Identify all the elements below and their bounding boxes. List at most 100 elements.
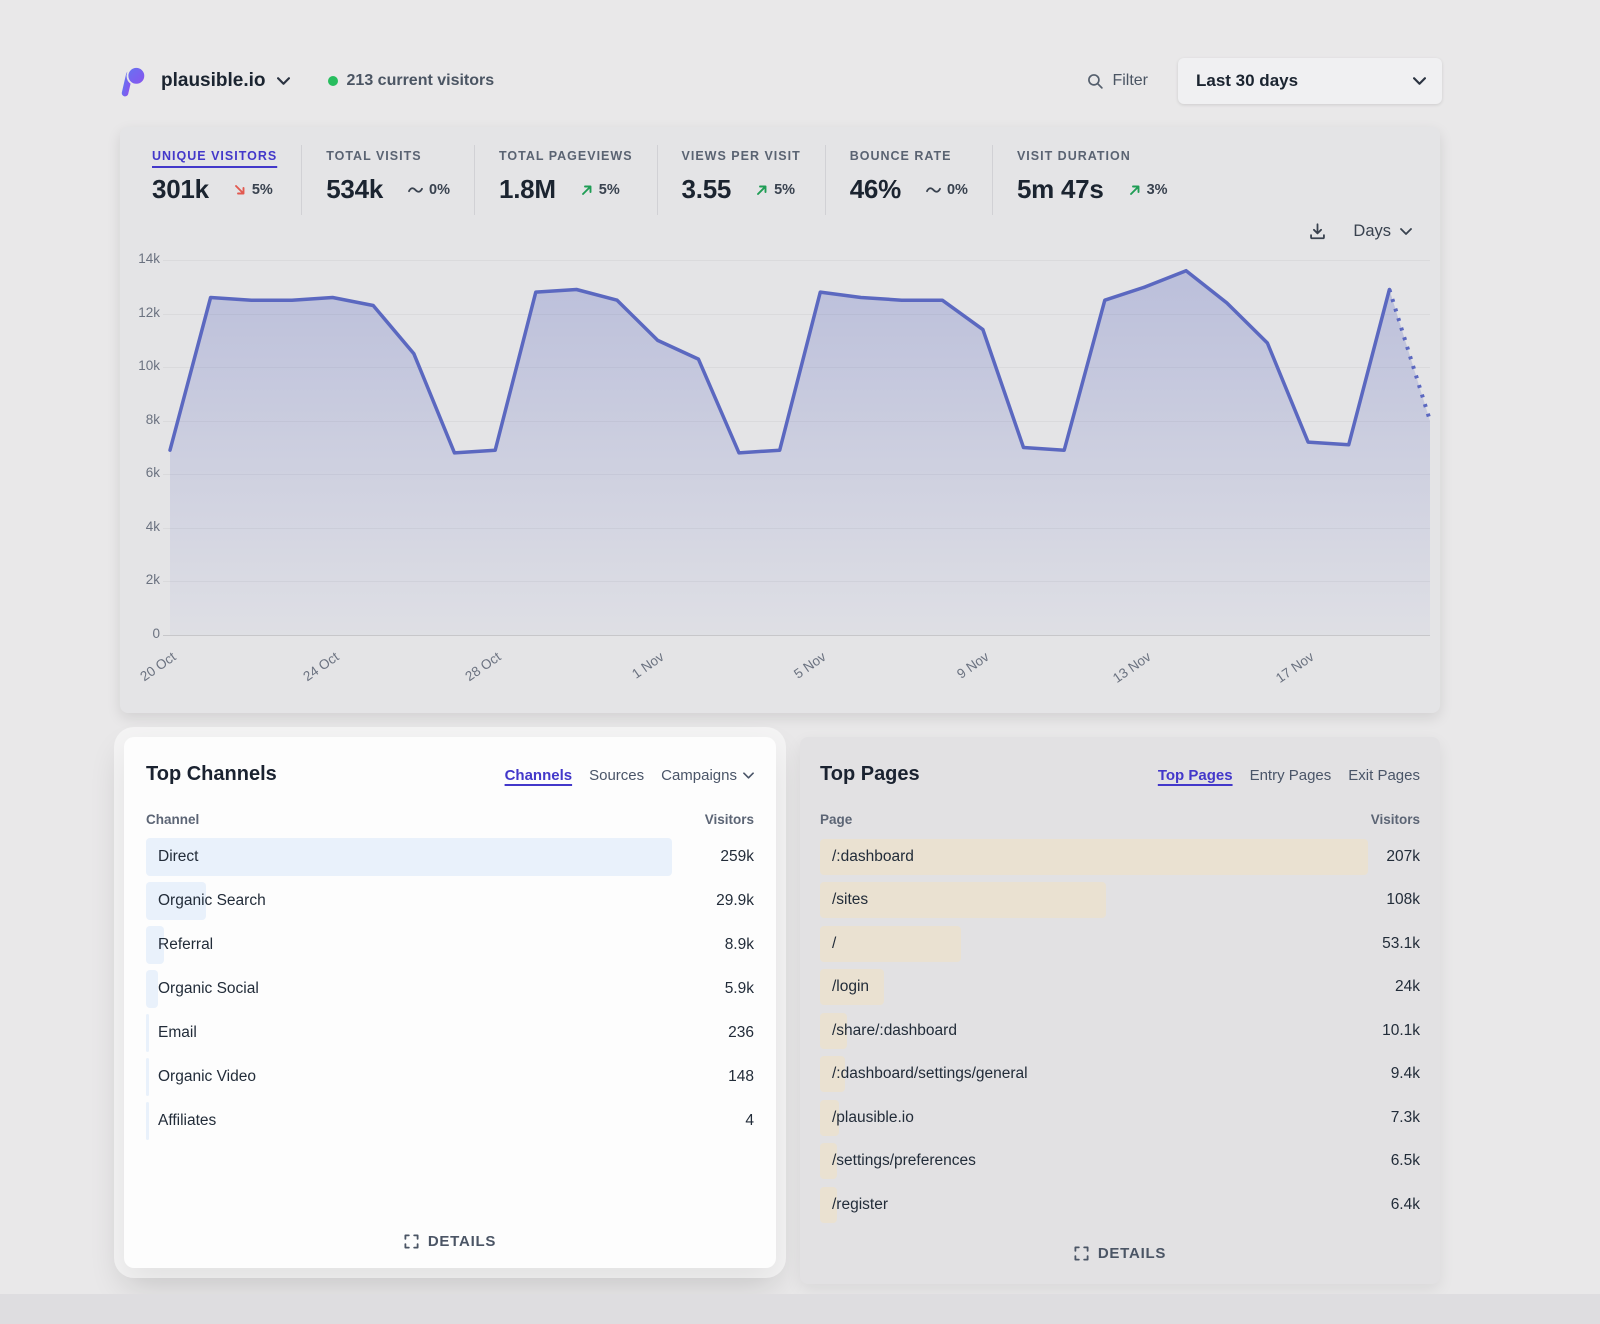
window-bottom-edge xyxy=(0,1294,1600,1324)
expand-icon xyxy=(1074,1246,1089,1261)
pages-tabs: Top Pages Entry Pages Exit Pages xyxy=(1158,767,1420,784)
row-value: 6.5k xyxy=(1391,1152,1420,1170)
row-label: Organic Social xyxy=(146,980,259,998)
row-value: 53.1k xyxy=(1382,935,1420,953)
table-row[interactable]: /share/:dashboard 10.1k xyxy=(820,1009,1420,1053)
row-label: Organic Search xyxy=(146,892,266,910)
row-label: / xyxy=(820,935,836,953)
pages-details-button[interactable]: DETAILS xyxy=(800,1245,1440,1262)
row-value: 24k xyxy=(1395,978,1420,996)
visitors-line-svg xyxy=(170,260,1430,635)
row-label: /register xyxy=(820,1196,888,1214)
row-label: /sites xyxy=(820,891,868,909)
bar-track xyxy=(820,1187,1368,1223)
filter-button[interactable]: Filter xyxy=(1087,72,1148,90)
chevron-down-icon xyxy=(1413,77,1426,85)
table-row[interactable]: /login 24k xyxy=(820,966,1420,1010)
table-row[interactable]: /settings/preferences 6.5k xyxy=(820,1140,1420,1184)
row-value: 108k xyxy=(1386,891,1420,909)
tab-top-pages[interactable]: Top Pages xyxy=(1158,767,1233,784)
row-label: Email xyxy=(146,1024,197,1042)
card-header: Top Channels Channels Sources Campaigns xyxy=(146,763,754,786)
card-header: Top Pages Top Pages Entry Pages Exit Pag… xyxy=(820,763,1420,786)
filter-label: Filter xyxy=(1112,72,1148,90)
tab-channels[interactable]: Channels xyxy=(505,767,573,784)
bar-track xyxy=(820,882,1368,918)
date-range-label: Last 30 days xyxy=(1196,71,1298,91)
bar-track xyxy=(146,926,672,964)
column-headers: Channel Visitors xyxy=(146,812,754,827)
top-pages-card: Top Pages Top Pages Entry Pages Exit Pag… xyxy=(800,737,1440,1284)
table-row[interactable]: Email 236 xyxy=(146,1011,754,1055)
row-label: Referral xyxy=(146,936,213,954)
table-row[interactable]: /:dashboard 207k xyxy=(820,835,1420,879)
table-row[interactable]: /plausible.io 7.3k xyxy=(820,1096,1420,1140)
current-visitors-label: 213 current visitors xyxy=(347,72,495,90)
col-value: Visitors xyxy=(1371,812,1420,827)
plausible-logo-icon xyxy=(120,65,148,97)
card-title: Top Pages xyxy=(820,763,920,786)
chart-plot-area xyxy=(170,260,1430,635)
expand-icon xyxy=(404,1234,419,1249)
row-value: 6.4k xyxy=(1391,1196,1420,1214)
tab-sources[interactable]: Sources xyxy=(589,767,644,784)
bar-track xyxy=(820,926,1368,962)
live-dot-icon xyxy=(328,76,338,86)
bar-track xyxy=(146,838,672,876)
channels-list: Direct 259k Organic Search 29.9k Referra… xyxy=(146,835,754,1143)
row-value: 8.9k xyxy=(725,936,754,954)
row-value: 9.4k xyxy=(1391,1065,1420,1083)
row-label: /settings/preferences xyxy=(820,1152,976,1170)
tab-campaigns[interactable]: Campaigns xyxy=(661,767,754,784)
row-label: Organic Video xyxy=(146,1068,256,1086)
pages-list: /:dashboard 207k /sites 108k / 53.1k /lo… xyxy=(820,835,1420,1227)
table-row[interactable]: Organic Search 29.9k xyxy=(146,879,754,923)
table-row[interactable]: / 53.1k xyxy=(820,922,1420,966)
topbar: plausible.io 213 current visitors Filter… xyxy=(120,55,1442,107)
card-title: Top Channels xyxy=(146,763,277,786)
visitors-chart[interactable]: 02k4k6k8k10k12k14k 20 Oct24 Oct28 Oct1 N… xyxy=(120,127,1440,713)
details-label: DETAILS xyxy=(428,1233,496,1250)
site-switcher[interactable]: plausible.io xyxy=(161,70,290,92)
table-row[interactable]: Organic Social 5.9k xyxy=(146,967,754,1011)
row-value: 259k xyxy=(720,848,754,866)
channels-tabs: Channels Sources Campaigns xyxy=(505,767,754,784)
top-channels-card: Top Channels Channels Sources Campaigns … xyxy=(124,737,776,1268)
table-row[interactable]: Affiliates 4 xyxy=(146,1099,754,1143)
value-bar xyxy=(146,838,672,876)
table-row[interactable]: Organic Video 148 xyxy=(146,1055,754,1099)
table-row[interactable]: /register 6.4k xyxy=(820,1183,1420,1227)
table-row[interactable]: /:dashboard/settings/general 9.4k xyxy=(820,1053,1420,1097)
row-label: /login xyxy=(820,978,869,996)
row-label: Affiliates xyxy=(146,1112,216,1130)
col-key: Page xyxy=(820,812,852,827)
row-value: 236 xyxy=(728,1024,754,1042)
row-label: /:dashboard/settings/general xyxy=(820,1065,1028,1083)
col-value: Visitors xyxy=(705,812,754,827)
current-visitors[interactable]: 213 current visitors xyxy=(328,72,495,90)
table-row[interactable]: Referral 8.9k xyxy=(146,923,754,967)
row-label: Direct xyxy=(146,848,198,866)
row-value: 148 xyxy=(728,1068,754,1086)
plausible-dashboard: plausible.io 213 current visitors Filter… xyxy=(0,0,1600,1324)
search-icon xyxy=(1087,73,1104,90)
chevron-down-icon xyxy=(277,77,290,85)
site-name: plausible.io xyxy=(161,70,266,92)
row-label: /:dashboard xyxy=(820,848,914,866)
date-range-picker[interactable]: Last 30 days xyxy=(1178,58,1442,104)
bar-track xyxy=(146,1014,672,1052)
row-value: 207k xyxy=(1386,848,1420,866)
row-label: /plausible.io xyxy=(820,1109,914,1127)
col-key: Channel xyxy=(146,812,199,827)
tab-exit-pages[interactable]: Exit Pages xyxy=(1348,767,1420,784)
table-row[interactable]: /sites 108k xyxy=(820,879,1420,923)
details-label: DETAILS xyxy=(1098,1245,1166,1262)
tab-entry-pages[interactable]: Entry Pages xyxy=(1250,767,1332,784)
channels-details-button[interactable]: DETAILS xyxy=(124,1233,776,1250)
chevron-down-icon xyxy=(743,772,754,779)
table-row[interactable]: Direct 259k xyxy=(146,835,754,879)
row-value: 10.1k xyxy=(1382,1022,1420,1040)
row-value: 7.3k xyxy=(1391,1109,1420,1127)
row-value: 5.9k xyxy=(725,980,754,998)
bar-track xyxy=(820,969,1368,1005)
